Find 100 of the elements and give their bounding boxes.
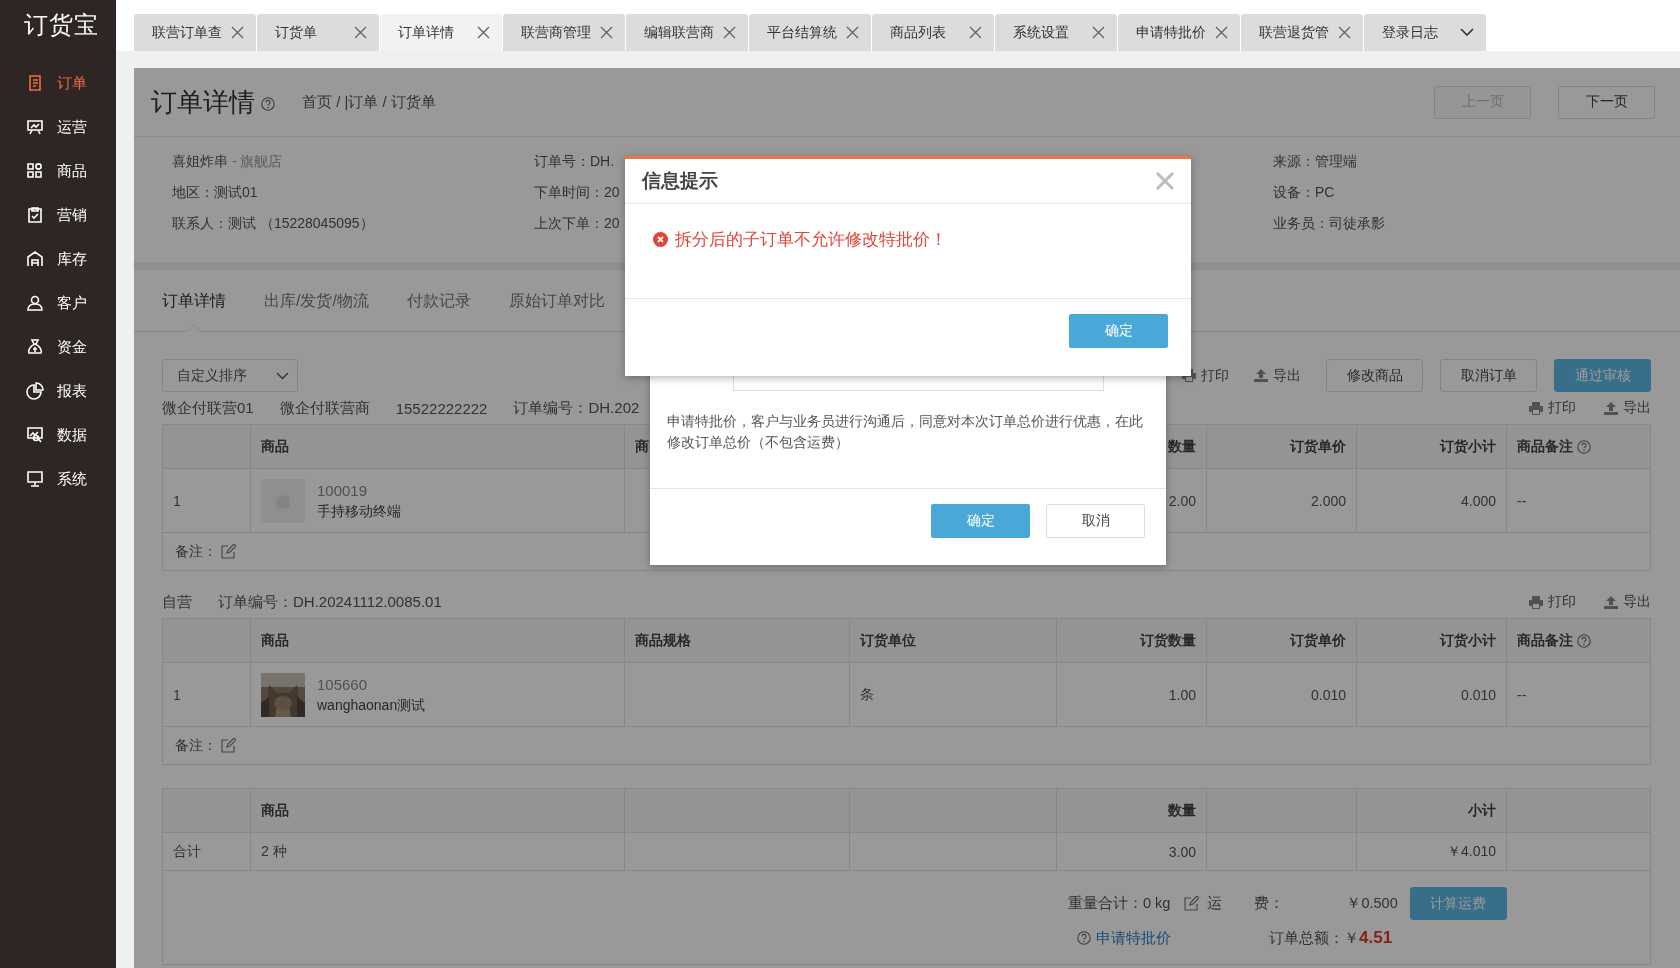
sidebar-item[interactable]: 商品 xyxy=(0,149,116,193)
page-tab[interactable]: 平台结算统 xyxy=(749,14,871,51)
cancel-button[interactable]: 取消 xyxy=(1046,504,1145,538)
page-tab[interactable]: 订货单 xyxy=(257,14,379,51)
export-link[interactable]: 导出 xyxy=(1604,399,1651,417)
upload-icon xyxy=(1604,595,1618,609)
table-cell: -- xyxy=(1517,686,1527,703)
page-tab[interactable]: 系统设置 xyxy=(995,14,1117,51)
sort-dropdown[interactable]: 自定义排序 xyxy=(162,359,298,392)
product-code: 105660 xyxy=(317,674,369,695)
column-header: 商品 xyxy=(261,801,289,820)
info-text: 订单号：DH. xyxy=(534,152,616,171)
table-cell: 4.000 xyxy=(1460,492,1496,509)
column-header: 商 xyxy=(635,437,649,456)
print-link[interactable]: 打印 xyxy=(1529,399,1576,417)
sub-order-info: 微企付联营01 xyxy=(162,398,254,418)
export-link[interactable]: 导出 xyxy=(1604,593,1651,611)
close-icon[interactable] xyxy=(600,26,613,39)
action-button[interactable]: 取消订单 xyxy=(1440,359,1537,392)
edit-icon[interactable] xyxy=(1184,896,1200,911)
sidebar-item[interactable]: 客户 xyxy=(0,281,116,325)
chart-icon xyxy=(26,118,44,136)
freight-label: 运 费： xyxy=(1207,894,1285,913)
sub-order-info: 订单编号：DH.202 xyxy=(513,398,640,418)
close-icon[interactable] xyxy=(969,26,982,39)
table-cell: 条 xyxy=(860,685,874,704)
table-cell: 1 xyxy=(173,686,181,703)
sidebar-item[interactable]: 运营 xyxy=(0,105,116,149)
column-header: 商品备注 xyxy=(1517,437,1573,456)
monitor-icon xyxy=(26,470,44,488)
order-total: 订单总额：￥4.51 xyxy=(1269,928,1393,948)
column-header: 订货小计 xyxy=(1440,437,1496,456)
dialog-description: 申请特批价，客户与业务员进行沟通后，同意对本次订单总价进行优惠，在此修改订单总价（不包含运费） xyxy=(667,412,1144,452)
page-tab[interactable]: 联营订单查 xyxy=(134,14,256,51)
table-cell: 3.00 xyxy=(1168,843,1196,860)
sub-order-info: 15522222222 xyxy=(395,399,488,417)
sidebar-item[interactable]: 系统 xyxy=(0,457,116,501)
sub-order-info: 微企付联营商 xyxy=(279,398,370,418)
info-text: 下单时间：20 xyxy=(534,183,621,202)
sidebar-item[interactable]: 库存 xyxy=(0,237,116,281)
close-icon[interactable] xyxy=(1338,26,1351,39)
close-icon[interactable] xyxy=(477,26,490,39)
column-header: 数量 xyxy=(1168,801,1196,820)
table-cell: 1.00 xyxy=(1168,686,1196,703)
edit-icon[interactable] xyxy=(221,738,236,753)
document-icon xyxy=(26,74,44,92)
column-header: 订货单价 xyxy=(1290,631,1346,650)
close-icon[interactable] xyxy=(1215,26,1228,39)
column-header: 订货数量 xyxy=(1140,631,1196,650)
page-tab[interactable]: 联营商管理 xyxy=(503,14,625,51)
printer-icon xyxy=(1529,595,1543,609)
close-icon[interactable] xyxy=(846,26,859,39)
weight-total: 重量合计：0 kg xyxy=(1068,894,1171,913)
action-button[interactable]: 修改商品 xyxy=(1326,359,1423,392)
column-header: 订货小计 xyxy=(1440,631,1496,650)
sidebar-item[interactable]: 数据 xyxy=(0,413,116,457)
page-tab[interactable]: 商品列表 xyxy=(872,14,994,51)
close-icon[interactable] xyxy=(231,26,244,39)
chevron-down-icon[interactable] xyxy=(1460,28,1474,37)
column-header: 商品备注 xyxy=(1517,631,1573,650)
next-page-button[interactable]: 下一页 xyxy=(1558,85,1655,119)
column-header: 订货单位 xyxy=(860,631,916,650)
sidebar-item[interactable]: 营销 xyxy=(0,193,116,237)
column-header: 商品 xyxy=(261,437,289,456)
page-tab[interactable]: 申请特批价 xyxy=(1118,14,1240,51)
error-message: 拆分后的子订单不允许修改特批价！ xyxy=(675,228,947,251)
info-text: 设备：PC xyxy=(1273,183,1336,202)
page-tab[interactable]: 登录日志 xyxy=(1364,14,1486,51)
page-tab[interactable]: 订单详情 xyxy=(380,14,502,51)
user-icon xyxy=(26,294,44,312)
table-cell: 2.00 xyxy=(1168,492,1196,509)
help-icon xyxy=(261,97,275,111)
sidebar-item[interactable]: 资金 xyxy=(0,325,116,369)
sidebar-item[interactable]: 报表 xyxy=(0,369,116,413)
help-icon xyxy=(1077,931,1091,945)
page-tab[interactable]: 联营退货管 xyxy=(1241,14,1363,51)
export-link[interactable]: 导出 xyxy=(1254,366,1301,385)
table-cell: -- xyxy=(1517,492,1527,509)
table-cell: 合计 xyxy=(173,842,201,861)
column-header: 订货单价 xyxy=(1290,437,1346,456)
close-icon[interactable] xyxy=(354,26,367,39)
edit-icon[interactable] xyxy=(221,544,236,559)
close-icon[interactable] xyxy=(723,26,736,39)
product-name: wanghaonan测试 xyxy=(317,695,426,715)
clipboard-icon xyxy=(26,206,44,224)
column-header: 商品 xyxy=(261,631,289,650)
detail-tab[interactable]: 订单详情 xyxy=(162,270,226,331)
grid-icon xyxy=(26,162,44,180)
sub-order-info: 自营 xyxy=(162,592,192,612)
product-name: 手持移动终端 xyxy=(317,501,401,521)
app-logo: 订货宝 xyxy=(23,10,100,40)
table-cell: 2.000 xyxy=(1310,492,1346,509)
breadcrumb: 首页 / |订单 / 订货单 xyxy=(302,92,436,112)
close-icon[interactable] xyxy=(1092,26,1105,39)
warehouse-icon xyxy=(26,250,44,268)
page-tab[interactable]: 编辑联营商 xyxy=(626,14,748,51)
dialog-title: 信息提示 xyxy=(642,169,718,193)
table-cell: 1 xyxy=(173,492,181,509)
print-link[interactable]: 打印 xyxy=(1529,593,1576,611)
sidebar-item[interactable]: 订单 xyxy=(0,61,116,105)
